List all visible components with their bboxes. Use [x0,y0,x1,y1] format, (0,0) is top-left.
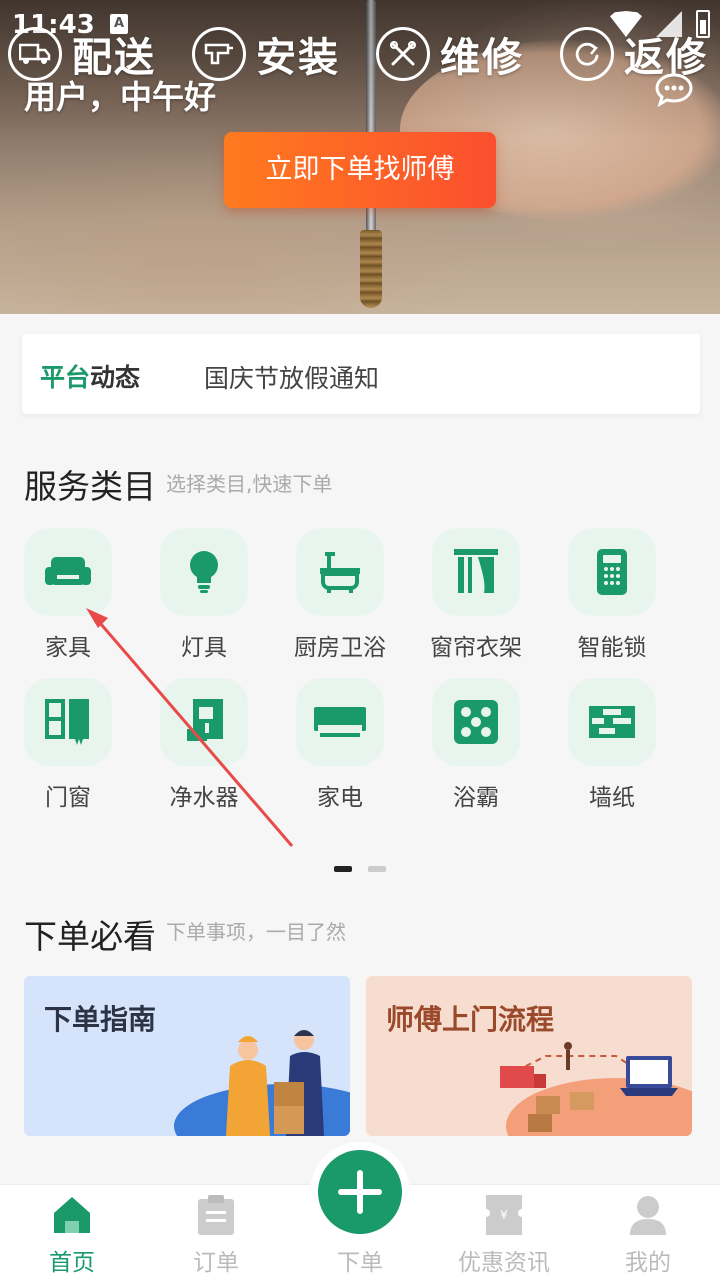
section-subtitle-guide: 下单事项，一目了然 [166,920,346,944]
card-title: 下单指南 [44,1003,157,1036]
category-wallpaper[interactable]: 墙纸 [568,678,678,811]
guide-illustration [174,1030,350,1136]
category-label: 净水器 [169,785,239,811]
platform-notice[interactable]: 平台动态 国庆节放假通知 [22,334,700,414]
card-order-guide[interactable]: 下单指南 [24,976,350,1136]
section-subtitle-categories: 选择类目,快速下单 [166,472,333,496]
category-curtain[interactable]: 窗帘衣架 [430,528,542,661]
category-furniture[interactable]: 家具 [24,528,134,661]
message-button[interactable] [654,72,694,108]
category-label: 厨房卫浴 [294,635,386,661]
user-icon [630,1196,666,1235]
pager-dot-1[interactable] [334,866,352,872]
svg-text:¥: ¥ [500,1208,508,1222]
home-icon [54,1197,90,1233]
sofa-icon [24,528,112,616]
curtain-icon [432,528,520,616]
greeting-text: 用户，中午好 [24,78,217,116]
water-purifier-icon [160,678,248,766]
service-label: 维修 [440,35,524,81]
nav-label: 优惠资讯 [458,1250,550,1276]
section-title-guide: 下单必看 [24,917,156,956]
plus-icon [338,1170,382,1214]
category-label: 灯具 [181,635,227,661]
service-repair[interactable]: 维修 [376,26,524,82]
place-order-fab[interactable] [318,1150,402,1234]
bath-heater-icon [432,678,520,766]
category-appliance[interactable]: 家电 [296,678,406,811]
nav-item-profile[interactable]: 我的 [576,1185,720,1280]
bathtub-icon [296,528,384,616]
category-label: 家电 [317,785,363,811]
chat-icon [655,73,693,108]
pager-dot-2[interactable] [368,866,386,872]
category-label: 门窗 [45,785,91,811]
category-door-window[interactable]: 门窗 [24,678,134,811]
order-now-button[interactable]: 立即下单找师傅 [224,132,496,208]
card-visit-process[interactable]: 师傅上门流程 [366,976,692,1136]
category-water-purifier[interactable]: 净水器 [160,678,270,811]
category-bath-heater[interactable]: 浴霸 [432,678,542,811]
process-illustration [500,1042,692,1136]
card-title: 师傅上门流程 [386,1003,555,1036]
coupon-icon: ¥ [486,1195,522,1235]
category-label: 家具 [45,635,91,661]
door-window-icon [24,678,112,766]
refresh-icon [560,27,614,81]
bulb-icon [160,528,248,616]
category-label: 智能锁 [577,635,647,661]
notice-tag: 平台动态 [40,363,141,392]
clipboard-icon [198,1195,234,1235]
nav-label: 首页 [49,1250,95,1276]
nav-label: 订单 [193,1250,239,1276]
tools-icon [376,27,430,81]
section-title-categories: 服务类目 [24,467,156,506]
category-label: 窗帘衣架 [430,635,522,661]
category-lighting[interactable]: 灯具 [160,528,270,661]
nav-item-coupons[interactable]: ¥ 优惠资讯 [432,1185,576,1280]
nav-label: 我的 [625,1250,671,1276]
nav-item-orders[interactable]: 订单 [144,1185,288,1280]
wallpaper-icon [568,678,656,766]
category-label: 浴霸 [453,785,499,811]
service-label: 安装 [256,35,340,81]
nav-item-home[interactable]: 首页 [0,1185,144,1280]
category-label: 墙纸 [589,785,635,811]
category-smart-lock[interactable]: 智能锁 [568,528,678,661]
notice-text: 国庆节放假通知 [204,364,380,393]
nav-label: 下单 [337,1250,383,1276]
smart-lock-icon [568,528,656,616]
air-conditioner-icon [296,678,384,766]
category-pager[interactable] [334,866,386,872]
category-kitchen-bath[interactable]: 厨房卫浴 [294,528,406,661]
